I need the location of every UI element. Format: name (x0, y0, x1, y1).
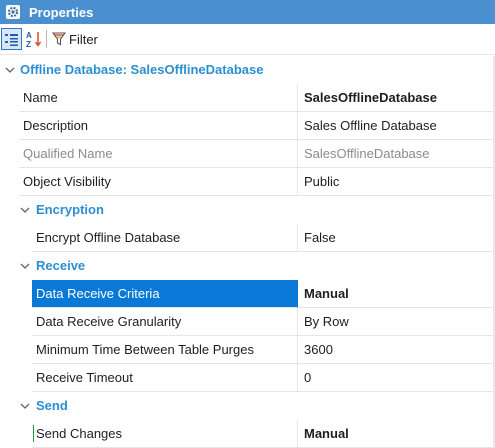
chevron-down-icon[interactable] (19, 204, 31, 216)
categorized-view-button[interactable] (1, 28, 22, 50)
property-name: Qualified Name (23, 146, 113, 161)
category-send[interactable]: Send (0, 392, 495, 420)
alphabetical-sort-button[interactable]: A Z (23, 28, 44, 50)
property-name: Object Visibility (23, 174, 111, 189)
property-value[interactable]: Sales Offline Database (304, 118, 437, 133)
property-value[interactable]: 3600 (304, 342, 333, 357)
toolbar-separator (46, 30, 47, 48)
property-name: Name (23, 90, 58, 105)
property-row-receive-timeout[interactable]: Receive Timeout 0 (0, 364, 495, 392)
filter-funnel-icon (52, 32, 66, 46)
property-name: Minimum Time Between Table Purges (36, 342, 254, 357)
property-value[interactable]: SalesOfflineDatabase (304, 90, 437, 105)
property-row-name[interactable]: Name SalesOfflineDatabase (0, 84, 495, 112)
chevron-down-icon[interactable] (19, 260, 31, 272)
svg-text:A: A (26, 31, 32, 40)
properties-title-bar: Properties (0, 0, 495, 24)
category-label: Offline Database: SalesOfflineDatabase (20, 62, 264, 77)
property-row-qualified-name[interactable]: Qualified Name SalesOfflineDatabase (0, 140, 495, 168)
property-name: Send Changes (36, 426, 123, 441)
property-value[interactable]: False (304, 230, 336, 245)
property-row-data-receive-criteria[interactable]: Data Receive Criteria Manual (0, 280, 495, 308)
filter-label: Filter (69, 31, 98, 47)
gear-icon (6, 5, 20, 19)
property-value[interactable]: 0 (304, 370, 311, 385)
properties-toolbar: A Z Filter (0, 24, 495, 55)
category-label: Send (36, 398, 68, 413)
property-name: Receive Timeout (36, 370, 133, 385)
property-row-description[interactable]: Description Sales Offline Database (0, 112, 495, 140)
property-grid: Offline Database: SalesOfflineDatabase N… (0, 56, 495, 448)
property-row-object-visibility[interactable]: Object Visibility Public (0, 168, 495, 196)
property-name: Data Receive Criteria (36, 286, 160, 301)
property-value[interactable]: Manual (304, 426, 349, 441)
property-row-minimum-time-between-table-purges[interactable]: Minimum Time Between Table Purges 3600 (0, 336, 495, 364)
chevron-down-icon[interactable] (4, 64, 16, 76)
category-label: Receive (36, 258, 86, 273)
property-value[interactable]: Public (304, 174, 339, 189)
panel-title: Properties (29, 4, 94, 20)
property-value[interactable]: Manual (304, 286, 349, 301)
property-row-data-receive-granularity[interactable]: Data Receive Granularity By Row (0, 308, 495, 336)
property-name: Data Receive Granularity (36, 314, 182, 329)
property-row-send-changes[interactable]: Send Changes Manual (0, 420, 495, 448)
property-value[interactable]: By Row (304, 314, 349, 329)
category-receive[interactable]: Receive (0, 252, 495, 280)
property-name: Description (23, 118, 89, 133)
chevron-down-icon[interactable] (19, 400, 31, 412)
property-name: Encrypt Offline Database (36, 230, 181, 245)
property-value: SalesOfflineDatabase (304, 146, 430, 161)
svg-text:Z: Z (26, 40, 31, 48)
categorized-view-icon (5, 33, 18, 46)
category-offline-database[interactable]: Offline Database: SalesOfflineDatabase (0, 56, 495, 84)
filter-button[interactable]: Filter (50, 28, 102, 50)
sort-az-icon: A Z (26, 31, 41, 48)
category-label: Encryption (36, 202, 104, 217)
property-row-encrypt-offline-database[interactable]: Encrypt Offline Database False (0, 224, 495, 252)
category-encryption[interactable]: Encryption (0, 196, 495, 224)
